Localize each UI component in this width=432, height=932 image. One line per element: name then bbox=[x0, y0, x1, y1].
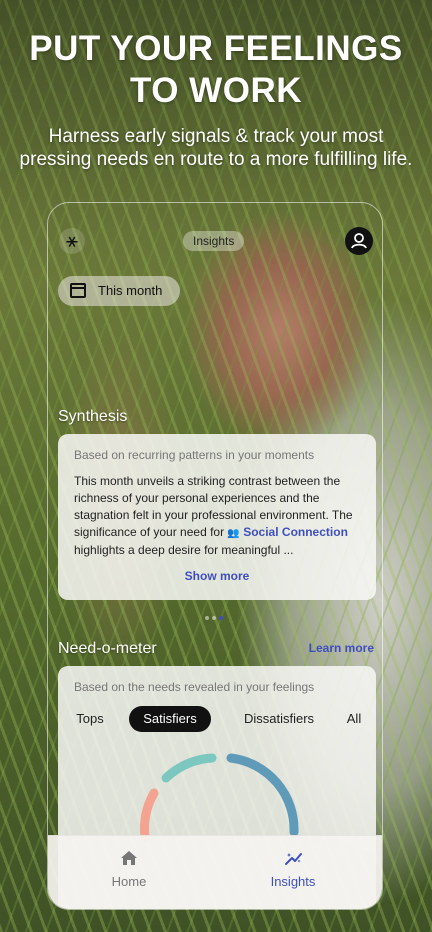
promo-subline: Harness early signals & track your most … bbox=[6, 125, 426, 171]
bottom-navigation: Home Insights bbox=[48, 835, 382, 909]
subline-line-2: pressing needs en route to a more fulfil… bbox=[19, 149, 413, 170]
nav-home-label: Home bbox=[111, 874, 147, 889]
home-icon bbox=[121, 851, 137, 865]
profile-icon[interactable] bbox=[345, 227, 373, 255]
carousel-dot[interactable] bbox=[205, 616, 209, 620]
synthesis-title: Synthesis bbox=[58, 408, 128, 425]
nav-insights-label: Insights bbox=[270, 874, 316, 889]
calendar-icon bbox=[70, 283, 86, 298]
tab-satisfiers[interactable]: Satisfiers bbox=[129, 706, 211, 732]
headline-line-2: TO WORK bbox=[129, 71, 302, 110]
need-o-meter-tabs: Tops Satisfiers Dissatisfiers All bbox=[68, 706, 368, 732]
synthesis-text: This month unveils a striking contrast b… bbox=[74, 473, 364, 559]
learn-more-link[interactable]: Learn more bbox=[309, 641, 374, 655]
nav-insights[interactable]: Insights bbox=[233, 836, 353, 909]
synthesis-body-end: highlights a deep desire for meaningful … bbox=[74, 543, 294, 557]
gauge-segment-blue bbox=[226, 753, 299, 837]
tab-tops[interactable]: Tops bbox=[68, 706, 112, 732]
insights-sparkle-icon bbox=[285, 853, 302, 865]
subline-line-1: Harness early signals & track your most bbox=[48, 126, 384, 147]
period-label: This month bbox=[98, 283, 163, 298]
synthesis-card: Based on recurring patterns in your mome… bbox=[58, 434, 376, 600]
gauge-segment-teal bbox=[161, 753, 217, 783]
nav-home[interactable]: Home bbox=[69, 836, 189, 909]
carousel-dots bbox=[205, 607, 226, 625]
carousel-dot-active[interactable] bbox=[219, 616, 223, 620]
header-tab-insights[interactable]: Insights bbox=[183, 231, 245, 251]
phone-mockup: ⚹ Insights This month Synthesis Based on… bbox=[47, 202, 383, 910]
tab-all[interactable]: All bbox=[340, 706, 368, 732]
person-icon bbox=[351, 233, 367, 249]
promo-headline: PUT YOUR FEELINGS TO WORK bbox=[0, 28, 432, 112]
tab-dissatisfiers[interactable]: Dissatisfiers bbox=[236, 706, 322, 732]
period-selector[interactable]: This month bbox=[58, 276, 180, 306]
need-o-meter-caption: Based on the needs revealed in your feel… bbox=[74, 680, 315, 694]
headline-line-1: PUT YOUR FEELINGS bbox=[29, 29, 403, 68]
menu-icon[interactable]: ⚹ bbox=[59, 228, 85, 254]
social-connection-icon: 👥 bbox=[227, 528, 240, 539]
show-more-button[interactable]: Show more bbox=[58, 569, 376, 583]
carousel-dot[interactable] bbox=[212, 616, 216, 620]
gauge-segment-salmon bbox=[140, 788, 159, 842]
need-o-meter-title: Need-o-meter bbox=[58, 640, 157, 657]
synthesis-caption: Based on recurring patterns in your mome… bbox=[74, 448, 315, 462]
need-gauge bbox=[140, 753, 299, 842]
need-link-social-connection[interactable]: Social Connection bbox=[243, 525, 348, 539]
